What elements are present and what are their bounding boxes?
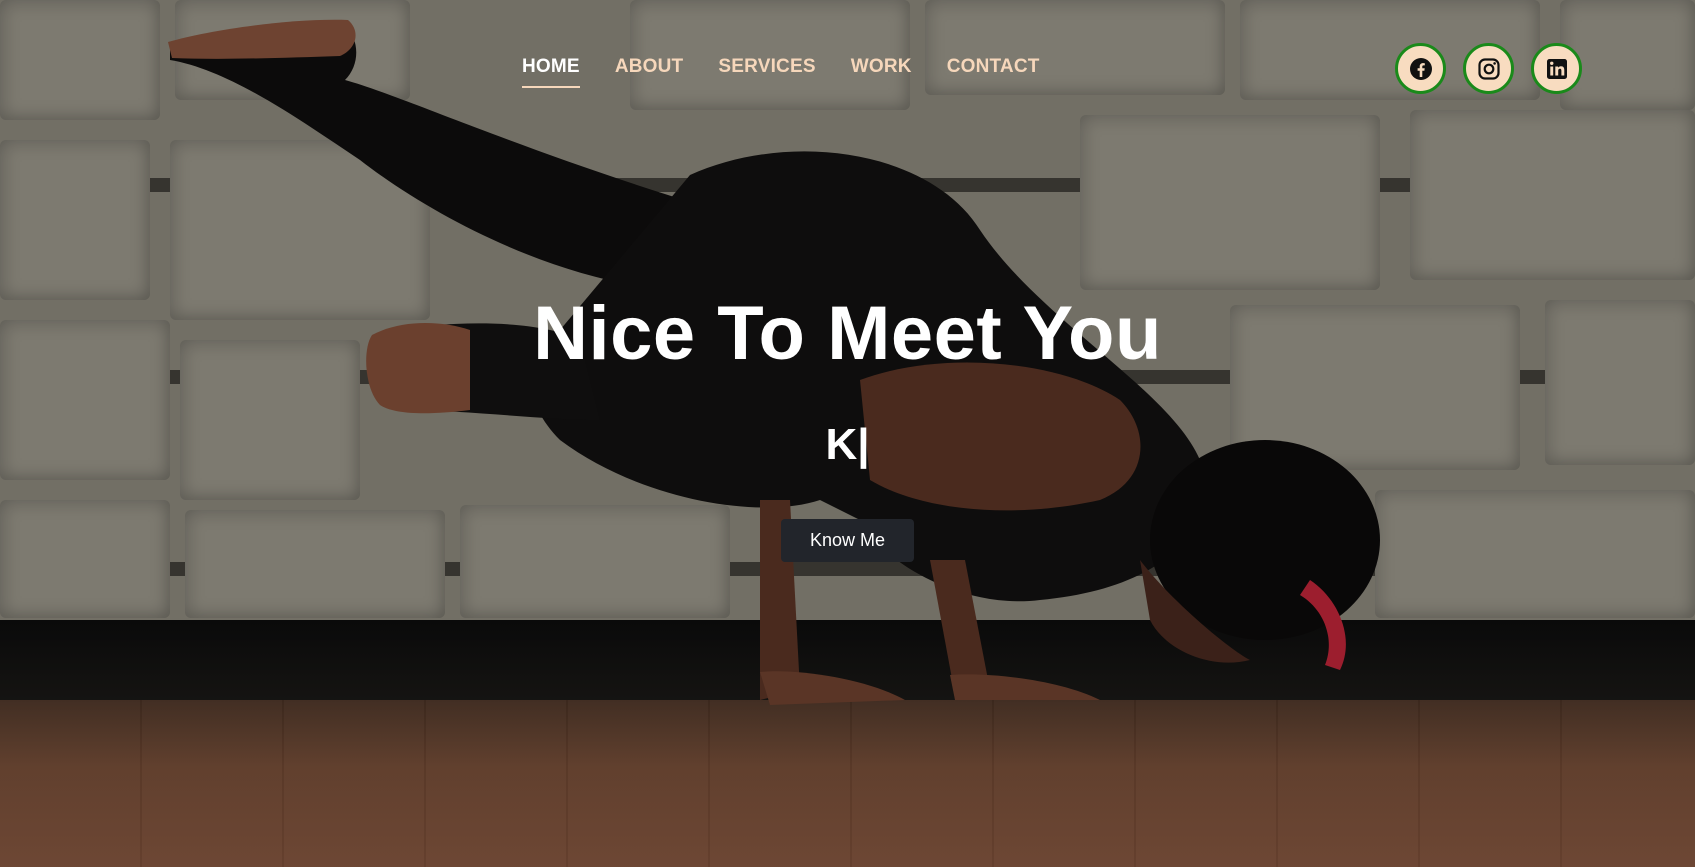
- hero-section: HOME ABOUT SERVICES WORK CONTACT Nice To…: [0, 0, 1695, 867]
- nav-contact[interactable]: CONTACT: [947, 56, 1040, 88]
- know-me-button[interactable]: Know Me: [781, 519, 914, 562]
- nav-work[interactable]: WORK: [851, 56, 912, 88]
- nav-about[interactable]: ABOUT: [615, 56, 684, 88]
- linkedin-link[interactable]: [1531, 43, 1582, 94]
- nav-services[interactable]: SERVICES: [718, 56, 815, 88]
- main-nav: HOME ABOUT SERVICES WORK CONTACT: [522, 56, 1040, 88]
- facebook-link[interactable]: [1395, 43, 1446, 94]
- facebook-icon: [1409, 57, 1432, 80]
- nav-home[interactable]: HOME: [522, 56, 580, 88]
- instagram-icon: [1477, 57, 1500, 80]
- typed-text: K|: [825, 420, 870, 469]
- hero-headline: Nice To Meet You: [533, 291, 1162, 376]
- instagram-link[interactable]: [1463, 43, 1514, 94]
- linkedin-icon: [1546, 58, 1567, 79]
- social-links: [1395, 43, 1582, 94]
